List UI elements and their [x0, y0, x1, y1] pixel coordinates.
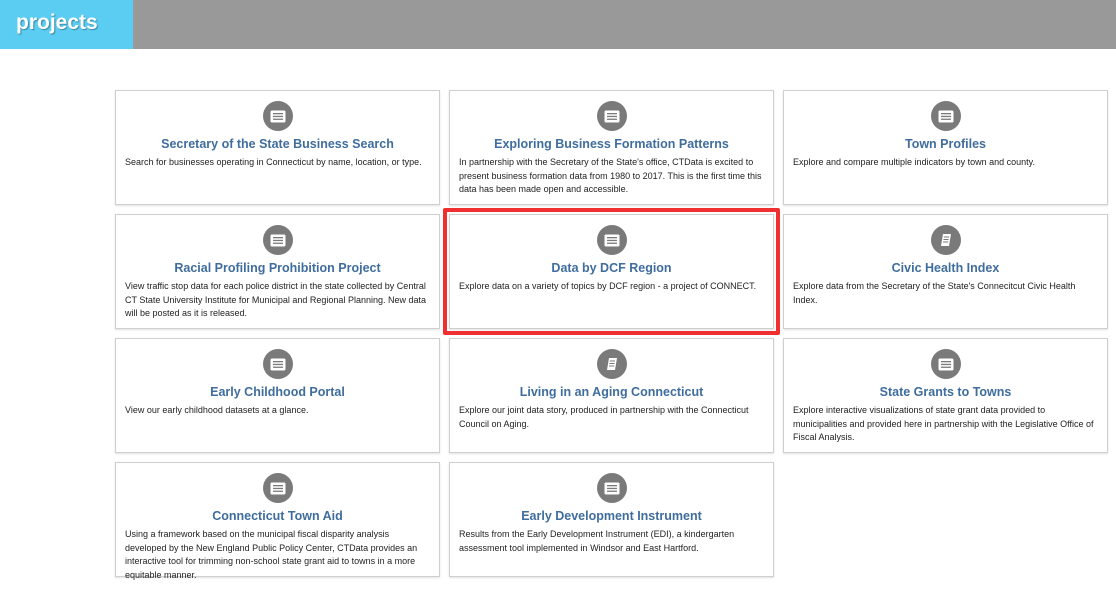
project-card[interactable]: State Grants to Towns Explore interactiv… — [783, 338, 1108, 453]
brand-logo[interactable]: projects — [0, 0, 133, 49]
project-description: Explore data from the Secretary of the S… — [793, 281, 1076, 305]
projects-grid: Secretary of the State Business Search S… — [115, 90, 1108, 580]
project-card[interactable]: Early Development Instrument Results fro… — [449, 462, 774, 577]
document-icon — [930, 101, 961, 131]
project-description: Explore data on a variety of topics by D… — [459, 281, 757, 291]
project-title[interactable]: Early Childhood Portal — [125, 385, 430, 400]
document-icon — [596, 225, 627, 255]
project-description: Results from the Early Development Instr… — [459, 529, 735, 553]
top-bar — [0, 0, 1116, 49]
project-title[interactable]: Town Profiles — [793, 137, 1098, 152]
book-icon — [930, 225, 961, 255]
project-card-highlighted[interactable]: Data by DCF Region Explore data on a var… — [443, 208, 780, 335]
project-card[interactable]: Racial Profiling Prohibition Project Vie… — [115, 214, 440, 329]
project-title[interactable]: Racial Profiling Prohibition Project — [125, 261, 430, 276]
document-icon — [930, 349, 961, 379]
project-card[interactable]: Town Profiles Explore and compare multip… — [783, 90, 1108, 205]
project-title[interactable]: Connecticut Town Aid — [125, 509, 430, 524]
project-card[interactable]: Civic Health Index Explore data from the… — [783, 214, 1108, 329]
document-icon — [262, 473, 293, 503]
project-title[interactable]: Exploring Business Formation Patterns — [459, 137, 764, 152]
project-title[interactable]: Data by DCF Region — [459, 261, 764, 276]
project-title[interactable]: Civic Health Index — [793, 261, 1098, 276]
project-title[interactable]: Secretary of the State Business Search — [125, 137, 430, 152]
document-icon — [262, 349, 293, 379]
project-description: Search for businesses operating in Conne… — [125, 157, 422, 167]
project-description: View traffic stop data for each police d… — [125, 281, 426, 318]
project-card[interactable]: Secretary of the State Business Search S… — [115, 90, 440, 205]
project-card[interactable]: Living in an Aging Connecticut Explore o… — [449, 338, 774, 453]
document-icon — [262, 225, 293, 255]
project-title[interactable]: State Grants to Towns — [793, 385, 1098, 400]
project-card[interactable]: Early Childhood Portal View our early ch… — [115, 338, 440, 453]
document-icon — [596, 101, 627, 131]
book-icon — [596, 349, 627, 379]
project-title[interactable]: Living in an Aging Connecticut — [459, 385, 764, 400]
project-title[interactable]: Early Development Instrument — [459, 509, 764, 524]
project-description: In partnership with the Secretary of the… — [459, 157, 762, 194]
document-icon — [596, 473, 627, 503]
project-description: View our early childhood datasets at a g… — [125, 405, 309, 415]
project-description: Explore our joint data story, produced i… — [459, 405, 749, 429]
project-description: Explore interactive visualizations of st… — [793, 405, 1094, 442]
project-description: Using a framework based on the municipal… — [125, 529, 418, 580]
project-card[interactable]: Exploring Business Formation Patterns In… — [449, 90, 774, 205]
document-icon — [262, 101, 293, 131]
project-description: Explore and compare multiple indicators … — [793, 157, 1035, 167]
project-card[interactable]: Connecticut Town Aid Using a framework b… — [115, 462, 440, 580]
